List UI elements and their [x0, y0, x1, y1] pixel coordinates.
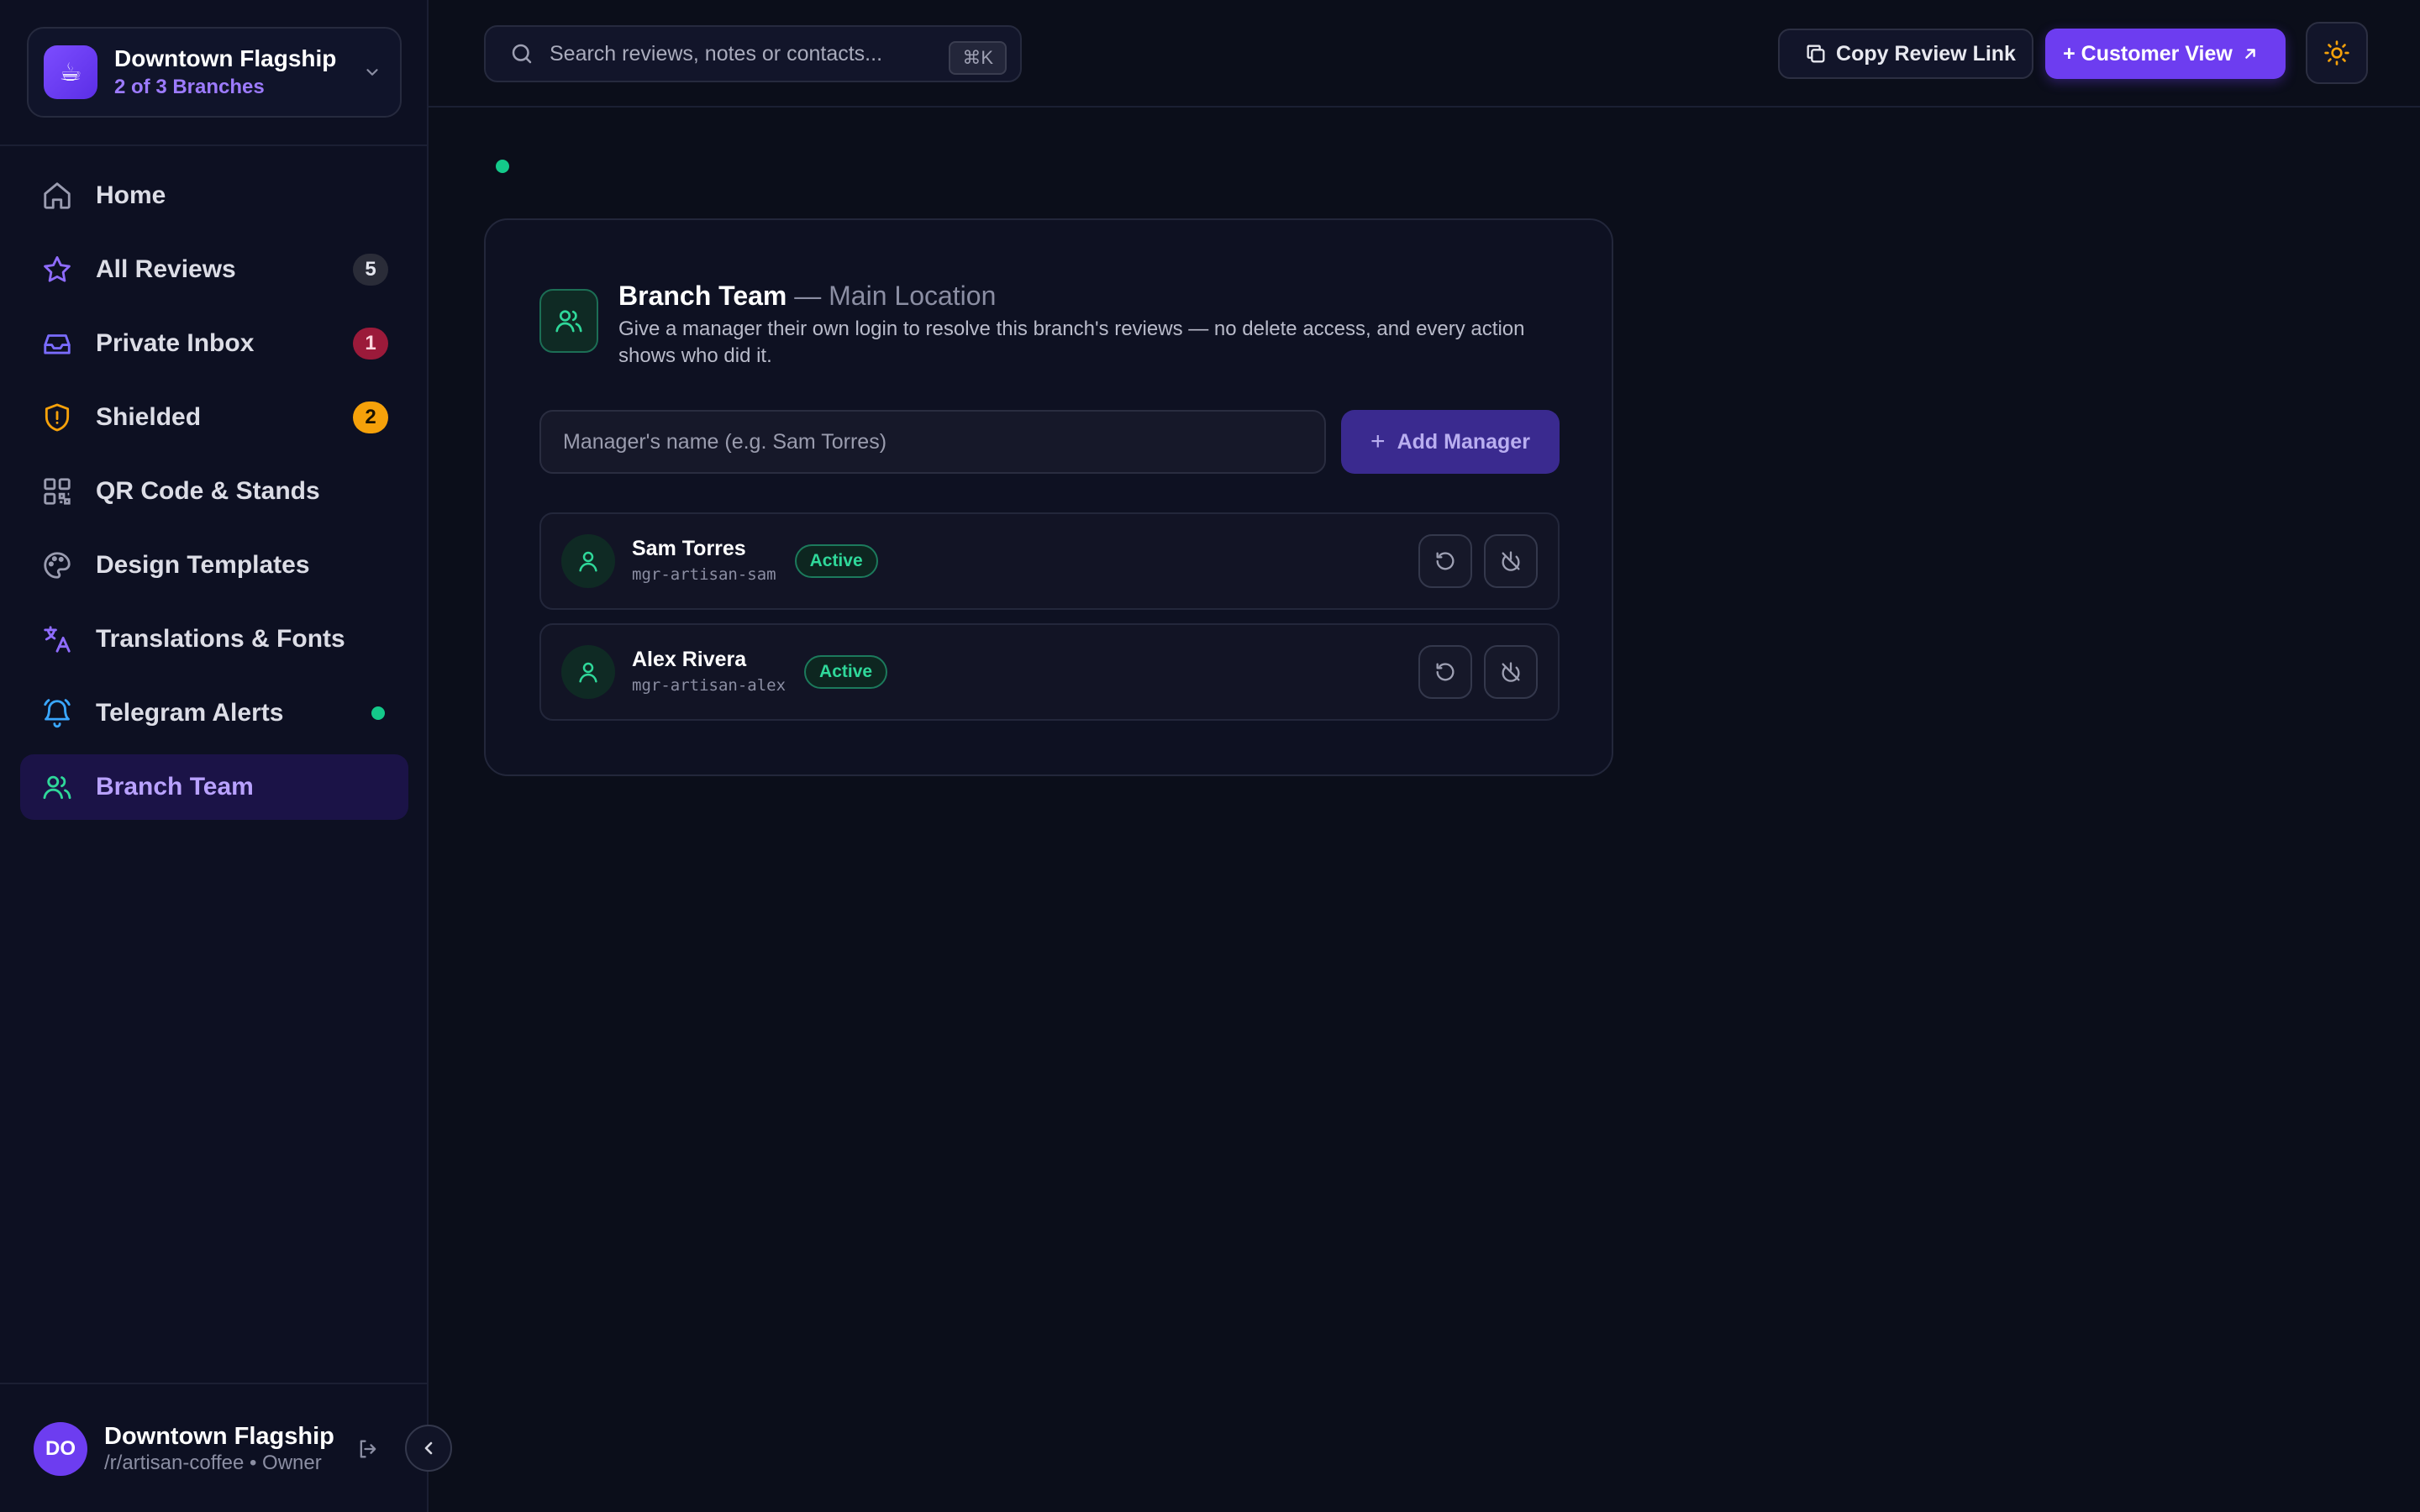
customer-view-label: + Customer View: [2063, 41, 2233, 66]
card-description: Give a manager their own login to resolv…: [618, 318, 1525, 367]
shield-icon: [40, 401, 74, 434]
sidebar-item-label: Branch Team: [96, 773, 254, 801]
member-name: Alex Rivera: [632, 648, 747, 671]
sidebar-item-label: Translations & Fonts: [96, 625, 345, 653]
copy-icon: [1804, 42, 1828, 66]
branch-switcher[interactable]: ☕ Downtown Flagship 2 of 3 Branches: [27, 27, 402, 118]
branch-text: Downtown Flagship 2 of 3 Branches: [114, 45, 360, 100]
user-icon: [561, 534, 615, 588]
account-name: Downtown Flagship: [104, 1423, 334, 1450]
member-handle: mgr-artisan-alex: [632, 676, 786, 695]
card-title-main: Branch Team: [618, 281, 787, 311]
sidebar-item-label: Private Inbox: [96, 329, 255, 357]
account-panel: DO Downtown Flagship /r/artisan-coffee •…: [34, 1420, 420, 1478]
copy-review-link-label: Copy Review Link: [1836, 41, 2016, 66]
sidebar: ☕ Downtown Flagship 2 of 3 Branches Home…: [0, 0, 452, 1512]
bell-icon: [40, 696, 74, 730]
deactivate-button[interactable]: [1484, 645, 1538, 699]
sidebar-nav: Home All Reviews 5 Private Inbox 1 Shiel…: [20, 163, 408, 828]
sidebar-divider: [0, 1383, 427, 1384]
translate-icon: [40, 622, 74, 656]
chevron-down-icon: [360, 60, 385, 85]
sidebar-item-telegram-alerts[interactable]: Telegram Alerts: [20, 680, 408, 746]
inbox-icon: [40, 327, 74, 360]
plus-icon: +: [1370, 428, 1386, 455]
search-input[interactable]: [550, 41, 950, 66]
sidebar-item-label: Telegram Alerts: [96, 699, 284, 727]
sidebar-item-shielded[interactable]: Shielded 2: [20, 385, 408, 450]
search-icon: [509, 39, 538, 68]
sidebar-item-branch-team[interactable]: Branch Team: [20, 754, 408, 820]
deactivate-button[interactable]: [1484, 534, 1538, 588]
sidebar-item-qr-code[interactable]: QR Code & Stands: [20, 459, 408, 524]
sun-icon: [2323, 39, 2350, 66]
reset-icon: [1434, 660, 1457, 684]
branch-count: 2 of 3 Branches: [114, 76, 265, 98]
status-badge: Active: [804, 655, 888, 689]
users-icon: [539, 289, 598, 353]
sidebar-item-home[interactable]: Home: [20, 163, 408, 228]
reset-password-button[interactable]: [1418, 534, 1472, 588]
branch-team-card: Branch Team — Main Location Give a manag…: [484, 218, 1613, 776]
external-link-icon: [2241, 45, 2260, 63]
member-handle: mgr-artisan-sam: [632, 565, 776, 584]
shielded-count-badge: 2: [353, 402, 388, 433]
sidebar-item-label: All Reviews: [96, 255, 236, 283]
card-title-location: — Main Location: [786, 281, 997, 311]
reviews-count-badge: 5: [353, 254, 388, 286]
branch-logo: ☕: [44, 45, 97, 99]
account-text: Downtown Flagship /r/artisan-coffee • Ow…: [104, 1422, 348, 1476]
copy-review-link-button[interactable]: Copy Review Link: [1778, 29, 2033, 79]
sidebar-item-label: Shielded: [96, 403, 202, 431]
add-manager-label: Add Manager: [1397, 429, 1530, 454]
sidebar-divider: [0, 144, 427, 146]
sidebar-item-all-reviews[interactable]: All Reviews 5: [20, 237, 408, 302]
member-actions: [1407, 645, 1538, 699]
search-shortcut: ⌘K: [949, 41, 1007, 75]
reset-password-button[interactable]: [1418, 645, 1472, 699]
power-off-icon: [1499, 660, 1523, 684]
member-actions: [1407, 534, 1538, 588]
user-icon: [561, 645, 615, 699]
sidebar-item-label: Home: [96, 181, 166, 209]
team-member-row: Alex Rivera mgr-artisan-alex Active: [539, 623, 1560, 721]
member-text: Sam Torres mgr-artisan-sam: [632, 536, 776, 586]
search-bar[interactable]: ⌘K: [484, 25, 1022, 82]
reset-icon: [1434, 549, 1457, 573]
branch-title: Downtown Flagship: [114, 45, 337, 71]
sidebar-item-design-templates[interactable]: Design Templates: [20, 533, 408, 598]
power-off-icon: [1499, 549, 1523, 573]
chevron-left-icon: [418, 1438, 439, 1458]
add-manager-button[interactable]: + Add Manager: [1341, 410, 1560, 474]
theme-toggle-button[interactable]: [2306, 22, 2368, 84]
topbar: ⌘K Copy Review Link + Customer View: [429, 0, 2420, 108]
sidebar-item-label: QR Code & Stands: [96, 477, 320, 505]
manager-name-input[interactable]: [539, 410, 1326, 474]
customer-view-button[interactable]: + Customer View: [2045, 29, 2286, 79]
palette-icon: [40, 549, 74, 582]
connection-status-dot: [496, 160, 509, 173]
telegram-connected-dot: [371, 706, 385, 720]
member-text: Alex Rivera mgr-artisan-alex: [632, 647, 786, 697]
team-member-row: Sam Torres mgr-artisan-sam Active: [539, 512, 1560, 610]
collapse-sidebar-button[interactable]: [405, 1425, 452, 1472]
status-badge: Active: [794, 544, 878, 578]
star-icon: [40, 253, 74, 286]
member-name: Sam Torres: [632, 537, 746, 560]
avatar[interactable]: DO: [34, 1422, 87, 1476]
qr-code-icon: [40, 475, 74, 508]
home-icon: [40, 179, 74, 213]
logout-icon[interactable]: [351, 1432, 385, 1466]
sidebar-item-private-inbox[interactable]: Private Inbox 1: [20, 311, 408, 376]
inbox-count-badge: 1: [353, 328, 388, 360]
sidebar-item-translations[interactable]: Translations & Fonts: [20, 606, 408, 672]
page-title: Branch Team — Main Location: [618, 279, 996, 312]
sidebar-item-label: Design Templates: [96, 551, 310, 579]
users-icon: [40, 770, 74, 804]
account-role: /r/artisan-coffee • Owner: [104, 1452, 322, 1474]
